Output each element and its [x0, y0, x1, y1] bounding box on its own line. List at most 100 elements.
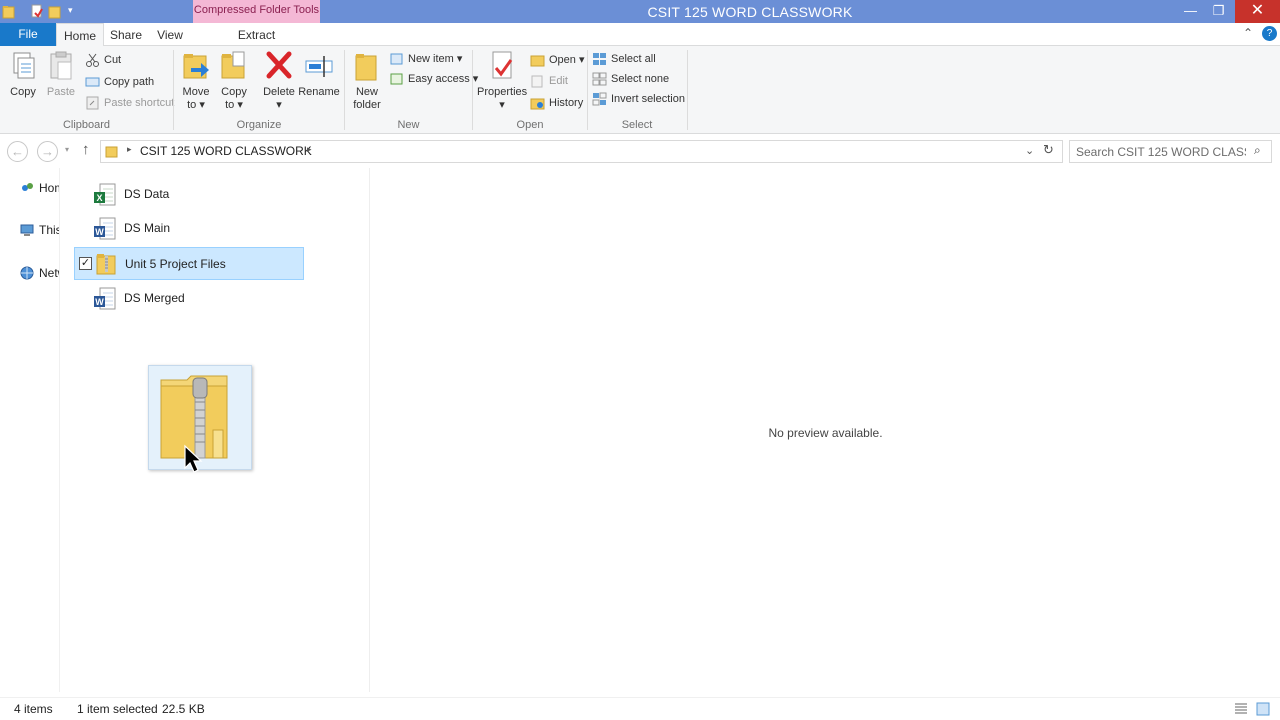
nav-item-network[interactable]: Network: [20, 264, 59, 282]
word-file-icon: W: [94, 287, 116, 310]
paste-shortcut-button[interactable]: Paste shortcut: [85, 93, 174, 113]
properties-icon: [492, 51, 513, 79]
search-icon[interactable]: ⌕: [1254, 143, 1261, 158]
history-button[interactable]: History: [530, 93, 583, 113]
delete-button[interactable]: Delete ▾: [261, 50, 297, 112]
rename-button[interactable]: Rename: [298, 50, 340, 99]
new-folder-qat-icon[interactable]: [48, 4, 62, 19]
homegroup-icon: [22, 183, 33, 191]
new-folder-label-2: folder: [353, 99, 381, 111]
drag-preview: [148, 365, 252, 473]
file-name: DS Main: [124, 221, 171, 235]
help-icon[interactable]: ?: [1262, 26, 1277, 41]
paste-icon: [50, 51, 72, 80]
forward-button[interactable]: →: [37, 141, 58, 162]
move-to-icon: [183, 54, 209, 79]
address-bar[interactable]: ▸ CSIT 125 WORD CLASSWORK ▸ ⌄ ↻: [100, 140, 1063, 163]
select-none-button[interactable]: Select none: [592, 69, 669, 89]
search-input[interactable]: [1076, 143, 1246, 160]
copy-path-icon: [85, 77, 100, 87]
copy-button[interactable]: Copy: [6, 50, 40, 99]
selection-checkbox[interactable]: ✓: [79, 257, 92, 270]
copy-to-icon: [221, 51, 245, 79]
up-arrow-icon[interactable]: ↑: [82, 141, 90, 158]
search-box[interactable]: ⌕: [1069, 140, 1272, 163]
delete-label: Delete: [263, 86, 295, 98]
paste-shortcut-icon: [86, 96, 99, 110]
list-item[interactable]: W DS Main: [74, 212, 304, 245]
zip-folder-icon: [96, 254, 116, 275]
svg-text:W: W: [95, 297, 104, 307]
edit-icon: [531, 75, 543, 88]
copy-icon: [13, 52, 35, 79]
details-view-icon[interactable]: [1234, 702, 1248, 716]
list-item-selected[interactable]: ✓ Unit 5 Project Files: [74, 247, 304, 280]
edit-button[interactable]: Edit: [530, 71, 568, 91]
large-icons-view-icon[interactable]: [1256, 702, 1270, 716]
properties-label: Properties: [477, 86, 528, 98]
tab-home[interactable]: Home: [56, 23, 104, 47]
delete-icon: [266, 51, 292, 79]
easy-access-button[interactable]: Easy access ▾: [389, 69, 478, 89]
qat-dropdown-icon[interactable]: ▾: [68, 5, 73, 16]
open-icon: [530, 55, 545, 67]
contextual-tab-label: Compressed Folder Tools: [193, 0, 320, 23]
history-icon: [530, 98, 545, 110]
nav-item-homegroup[interactable]: Homegroup: [20, 179, 59, 197]
group-divider: [687, 50, 688, 130]
properties-button[interactable]: Properties ▾: [477, 50, 527, 112]
pc-icon: [20, 224, 34, 236]
paste-shortcut-label: Paste shortcut: [104, 97, 175, 109]
new-item-button[interactable]: New item ▾: [389, 49, 462, 69]
paste-label: Paste: [46, 86, 76, 98]
paste-button[interactable]: Paste: [44, 50, 78, 99]
folder-icon[interactable]: [2, 4, 16, 19]
tab-extract[interactable]: Extract: [193, 23, 320, 46]
nav-item-label: Homegroup: [39, 181, 59, 195]
open-button[interactable]: Open ▾: [530, 50, 585, 70]
move-to-label: Move: [182, 86, 210, 98]
tab-view[interactable]: View: [148, 23, 192, 46]
move-to-button[interactable]: Move to ▾: [179, 50, 213, 112]
close-button[interactable]: ✕: [1235, 0, 1280, 23]
title-bar[interactable]: ▾ Compressed Folder Tools CSIT 125 WORD …: [0, 0, 1280, 23]
group-divider: [344, 50, 345, 130]
svg-text:X: X: [96, 193, 102, 203]
invert-selection-label: Invert selection: [611, 93, 685, 105]
edit-label: Edit: [549, 75, 568, 87]
collapse-ribbon-icon[interactable]: ⌃: [1243, 26, 1253, 40]
explorer-window: ▾ Compressed Folder Tools CSIT 125 WORD …: [0, 0, 1280, 720]
group-divider: [587, 50, 588, 130]
select-none-icon: [592, 72, 607, 86]
copy-path-button[interactable]: Copy path: [85, 72, 154, 92]
nav-item-label: Network: [39, 266, 59, 280]
new-group-label: New: [397, 119, 420, 131]
properties-qat-icon[interactable]: [30, 4, 44, 19]
cut-button[interactable]: Cut: [85, 50, 121, 70]
address-dropdown-icon[interactable]: ⌄: [1025, 144, 1034, 157]
easy-access-icon: [390, 73, 403, 85]
new-item-icon: [390, 53, 403, 65]
list-item[interactable]: X DS Data: [74, 178, 304, 211]
select-all-label: Select all: [611, 53, 656, 65]
select-all-button[interactable]: Select all: [592, 49, 656, 69]
move-to-label-2: to: [187, 99, 197, 111]
file-name: DS Data: [124, 187, 170, 201]
breadcrumb-folder[interactable]: CSIT 125 WORD CLASSWORK: [140, 141, 312, 162]
recent-locations-icon[interactable]: ▾: [65, 145, 69, 154]
back-button[interactable]: ←: [7, 141, 28, 162]
nav-item-this-pc[interactable]: This PC: [20, 221, 59, 239]
list-item[interactable]: W DS Merged: [74, 282, 304, 315]
copy-to-button[interactable]: Copy to ▾: [217, 50, 251, 112]
copy-path-label: Copy path: [104, 76, 155, 88]
invert-selection-button[interactable]: Invert selection: [592, 89, 685, 109]
tab-share[interactable]: Share: [104, 23, 148, 46]
breadcrumb-separator-icon[interactable]: ▸: [127, 144, 132, 155]
refresh-icon[interactable]: ↻: [1043, 142, 1054, 158]
new-folder-button[interactable]: New folder: [350, 50, 384, 112]
folder-icon: [105, 146, 118, 158]
tab-file[interactable]: File: [0, 23, 56, 46]
breadcrumb-chevron-icon[interactable]: ▸: [307, 144, 312, 155]
ribbon: Copy Paste Cut Copy path Paste shortcut …: [0, 46, 1280, 134]
cut-label: Cut: [104, 54, 122, 66]
